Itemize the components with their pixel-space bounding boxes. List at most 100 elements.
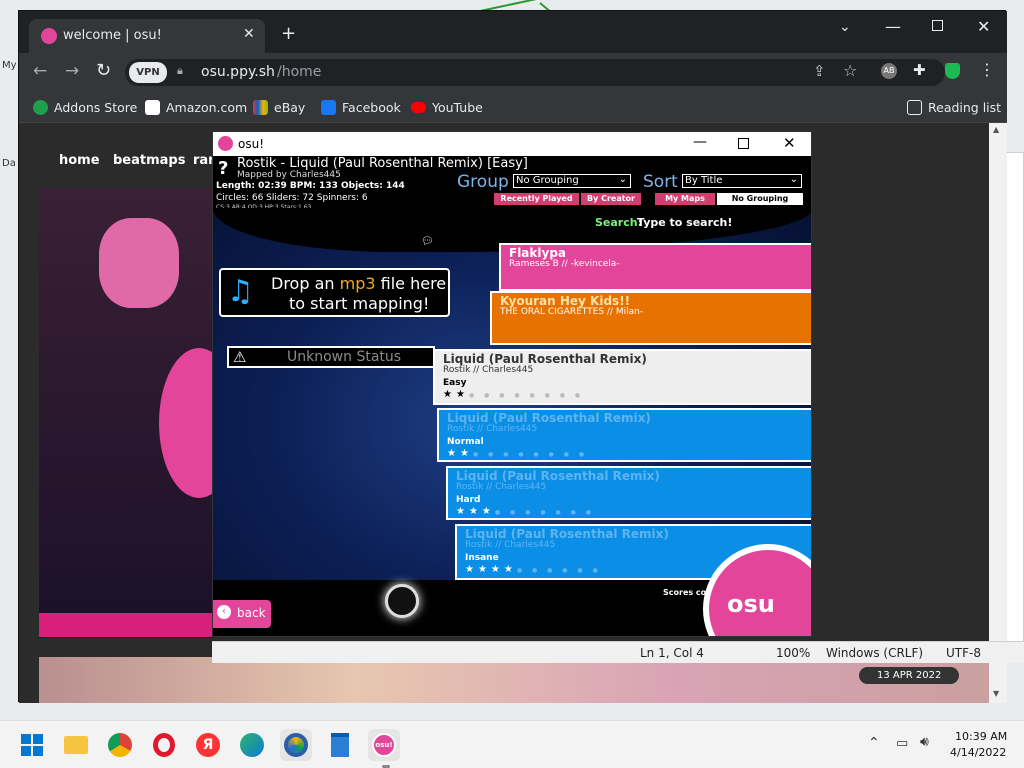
forward-arrow-icon[interactable]: → [65,61,79,81]
menu-dots-icon[interactable]: ⋮ [979,60,995,79]
chevron-down-icon: ⌄ [789,174,798,185]
chrome-icon [108,733,132,757]
mods-icon[interactable] [385,584,419,618]
lock-icon[interactable]: 🔒︎ [177,64,183,78]
scroll-up-icon[interactable]: ▲ [993,125,999,134]
warning-icon: ⚠ [233,348,247,366]
scrollbar[interactable]: ▲ ▼ [989,123,1007,703]
mapped-by: Mapped by Charles445 [237,170,341,180]
desktop-label: Da [2,158,16,169]
volume-icon[interactable]: 🔊︎ [920,734,929,750]
close-tab-icon[interactable]: ✕ [243,26,255,42]
network-icon[interactable]: ▭ [896,736,908,751]
osu-favicon-icon [41,28,57,44]
song-panel-selected[interactable]: Liquid (Paul Rosenthal Remix) Rostik // … [433,349,811,405]
amazon-icon [145,99,160,115]
vpn-badge[interactable]: VPN [129,62,167,83]
new-tab-icon[interactable]: + [281,23,296,44]
clock-time[interactable]: 10:39 AM [955,730,1007,743]
bookmark-facebook[interactable]: Facebook [321,97,401,117]
close-window-icon[interactable]: ✕ [977,17,990,36]
nav-beatmaps[interactable]: beatmaps [113,153,185,168]
pink-strip [39,613,213,637]
maximize-icon[interactable] [738,138,749,149]
search-hint[interactable]: Type to search! [637,216,732,229]
song-info-bar: ? Rostik - Liquid (Paul Rosenthal Remix)… [213,156,811,211]
reload-icon[interactable]: ↻ [96,60,111,81]
notepad-button[interactable] [324,729,356,761]
tab-by-creator[interactable]: By Creator [581,193,641,205]
song-panel[interactable]: Flaklypa Rameses B // -kevincela- [499,243,811,291]
chrome-button[interactable] [104,729,136,761]
omnibox[interactable]: VPN 🔒︎ osu.ppy.sh /home ⇪ ☆ [125,59,945,86]
bookmark-youtube[interactable]: YouTube [411,97,483,117]
osu-window-title: osu! [238,137,265,151]
hero-art [39,188,239,638]
line-ending: Windows (CRLF) [826,646,924,660]
tab-search-icon[interactable]: ⌄ [839,19,851,35]
extension-icon[interactable]: AB [881,63,897,79]
puzzle-icon[interactable]: ✚ [913,61,926,79]
difficulty-stars: ★★● ● ● ● ● ● ● ● [443,389,585,400]
url-path: /home [277,64,322,80]
drop-mp3-box[interactable]: ♫ Drop an mp3 file here to start mapping… [219,268,450,317]
group-label: Group [457,172,509,192]
difficulty-stars: ★★★★● ● ● ● ● ● [465,564,602,575]
bookmark-ebay[interactable]: eBay [253,97,305,117]
close-window-icon[interactable]: ✕ [783,134,796,152]
chat-icon[interactable]: 💬︎ [421,236,434,247]
difficulty-stars: ★★● ● ● ● ● ● ● ● [447,448,589,459]
news-banner[interactable]: 13 APR 2022 [39,657,989,703]
back-arrow-icon[interactable]: ← [33,61,47,81]
site-nav: home beatmaps ran [19,123,217,188]
song-select: ? Rostik - Liquid (Paul Rosenthal Remix)… [213,156,811,636]
chevron-up-icon[interactable]: ⌃ [868,735,880,751]
reading-list-icon [907,99,922,115]
tab-title: welcome | osu! [63,28,162,43]
length-info: Length: 02:39 BPM: 133 Objects: 144 [216,181,405,191]
sort-dropdown[interactable]: By Title ⌄ [682,174,802,188]
bookmark-amazon[interactable]: Amazon.com [145,97,247,117]
bookmark-addons-store[interactable]: Addons Store [33,97,137,117]
ebay-icon [253,99,268,115]
search-label: Search: [595,216,642,229]
browser-button[interactable] [280,729,312,761]
osu-app-icon: osu! [372,733,396,757]
file-explorer-button[interactable] [60,729,92,761]
back-button[interactable]: ‹ back [213,600,271,628]
scroll-down-icon[interactable]: ▼ [993,689,999,698]
reading-list-button[interactable]: Reading list [907,97,1001,117]
yandex-icon: Я [196,733,220,757]
notepad-statusbar: Ln 1, Col 4 100% Windows (CRLF) UTF-8 [212,641,1024,663]
opera-button[interactable] [148,729,180,761]
osu-app-icon [218,136,233,151]
start-button[interactable] [16,729,48,761]
song-panel[interactable]: Liquid (Paul Rosenthal Remix) Rostik // … [446,466,811,520]
share-icon[interactable]: ⇪ [813,62,826,80]
song-panel[interactable]: Kyouran Hey Kids!! THE ORAL CIGARETTES /… [490,291,811,345]
toolbar: ← → ↻ VPN 🔒︎ osu.ppy.sh /home ⇪ ☆ AB ✚ ⋮ [19,53,1007,91]
map-status: Unknown Status [287,349,402,365]
drop-line2: to start mapping! [289,294,430,313]
tab-my-maps[interactable]: My Maps [655,193,715,205]
group-dropdown[interactable]: No Grouping ⌄ [513,174,631,188]
song-panel[interactable]: Liquid (Paul Rosenthal Remix) Rostik // … [437,408,811,462]
nav-home[interactable]: home [59,153,100,168]
edge-icon [240,733,264,757]
edge-button[interactable] [236,729,268,761]
bookmark-star-icon[interactable]: ☆ [843,61,857,80]
sort-label: Sort [643,172,678,192]
yandex-button[interactable]: Я [192,729,224,761]
tab-no-grouping[interactable]: No Grouping [717,193,803,205]
shield-icon[interactable] [945,63,960,79]
browser-tab[interactable]: welcome | osu! ✕ [29,19,265,53]
objects-info: Circles: 66 Sliders: 72 Spinners: 6 [216,193,368,203]
encoding: UTF-8 [946,646,981,660]
osu-button[interactable]: osu! [368,729,400,761]
minimize-icon[interactable]: — [693,134,707,150]
maximize-icon[interactable] [932,20,943,31]
song-title: Rostik - Liquid (Paul Rosenthal Remix) [… [237,156,528,171]
minimize-icon[interactable]: — [885,17,901,36]
tab-recently-played[interactable]: Recently Played [494,193,579,205]
clock-date[interactable]: 4/14/2022 [950,746,1006,759]
